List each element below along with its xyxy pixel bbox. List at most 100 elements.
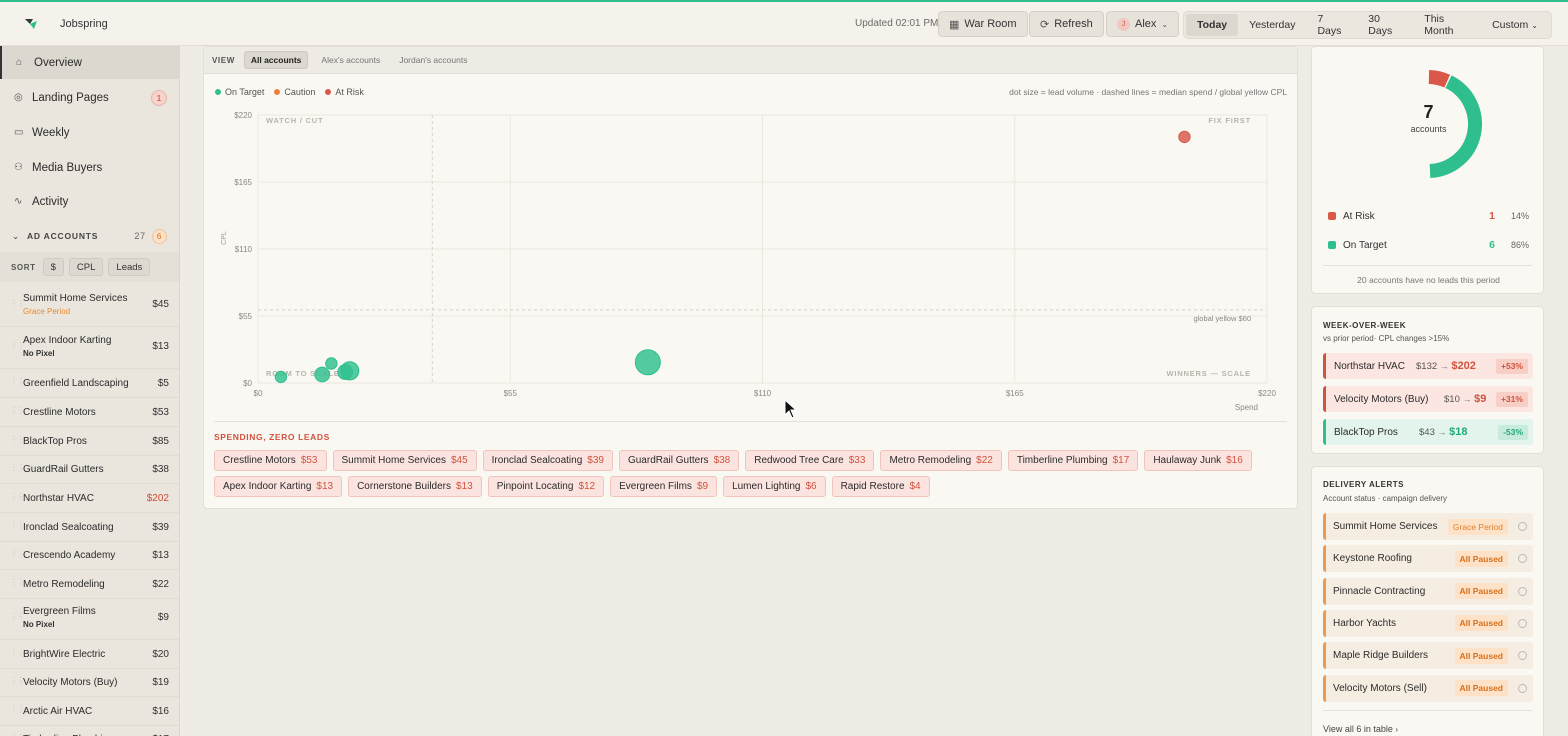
drag-handle-icon[interactable]: ⋮⋮ [10, 549, 25, 558]
chip-spend: $9 [696, 481, 709, 492]
zero-lead-chip[interactable]: Metro Remodeling $22 [880, 450, 1002, 471]
zero-lead-chip[interactable]: Cornerstone Builders $13 [348, 476, 482, 497]
range-30-days[interactable]: 30 Days [1357, 13, 1413, 37]
account-row[interactable]: ⋮⋮ Northstar HVAC $202 [0, 484, 179, 513]
account-row[interactable]: ⋮⋮ Greenfield Landscaping $5 [0, 369, 179, 398]
range-today[interactable]: Today [1186, 14, 1239, 36]
alert-row[interactable]: Summit Home Services Grace Period [1323, 513, 1533, 540]
drag-handle-icon[interactable]: ⋮⋮ [10, 492, 25, 501]
clock-icon[interactable] [1518, 683, 1527, 693]
refresh-button[interactable]: ⟳ Refresh [1029, 11, 1104, 37]
zero-lead-chip[interactable]: Evergreen Films $9 [610, 476, 718, 497]
drag-handle-icon[interactable]: ⋮⋮ [10, 406, 25, 415]
account-name: Metro Remodeling [23, 579, 105, 590]
drag-handle-icon[interactable]: ⋮⋮ [10, 521, 25, 530]
wow-row[interactable]: Northstar HVAC $132 → $202 +53% [1323, 353, 1533, 379]
wow-now-value: $18 [1449, 426, 1468, 438]
wow-now-value: $202 [1451, 360, 1476, 372]
account-row[interactable]: ⋮⋮ Crestline Motors $53 [0, 398, 179, 427]
nav-overview[interactable]: ⌂ Overview [0, 46, 179, 79]
donut-total: 7 [1423, 102, 1434, 122]
view-tab-all[interactable]: All accounts [243, 51, 309, 69]
sort-leads-button[interactable]: Leads [108, 258, 151, 276]
account-row[interactable]: ⋮⋮ BrightWire Electric $20 [0, 640, 179, 669]
zero-lead-chip[interactable]: Rapid Restore $4 [831, 476, 930, 497]
wow-now-value: $9 [1474, 393, 1487, 405]
war-room-button[interactable]: ▦ War Room [938, 11, 1028, 37]
account-row[interactable]: ⋮⋮ Ironclad Sealcoating $39 [0, 513, 179, 542]
account-spend: $9 [157, 612, 169, 623]
range-this-month[interactable]: This Month [1413, 13, 1481, 37]
range-yesterday[interactable]: Yesterday [1238, 14, 1306, 36]
nav-media-buyers[interactable]: ⚇ Media Buyers [0, 151, 179, 184]
alert-row[interactable]: Keystone Roofing All Paused [1323, 545, 1533, 573]
nav-landing-pages[interactable]: ◎ Landing Pages 1 [0, 81, 179, 114]
zero-lead-chip[interactable]: Lumen Lighting $6 [723, 476, 826, 497]
zero-lead-chip[interactable]: Haulaway Junk $16 [1144, 450, 1252, 471]
account-row[interactable]: ⋮⋮ Velocity Motors (Buy) $19 [0, 668, 179, 697]
divider [214, 421, 1287, 422]
range-custom[interactable]: Custom ⌄ [1481, 14, 1549, 36]
alert-row[interactable]: Velocity Motors (Sell) All Paused [1323, 674, 1533, 702]
view-tab-alex[interactable]: Alex's accounts [315, 52, 386, 68]
range-7-days[interactable]: 7 Days [1306, 13, 1357, 37]
account-row[interactable]: ⋮⋮ BlackTop Pros $85 [0, 427, 179, 456]
account-row[interactable]: ⋮⋮Timberline Plumbing$17 [0, 725, 179, 736]
drag-handle-icon[interactable]: ⋮⋮ [10, 341, 25, 350]
sort-label: SORT [11, 262, 36, 272]
nav-weekly[interactable]: ▭ Weekly [0, 116, 179, 149]
account-row[interactable]: ⋮⋮ GuardRail Gutters $38 [0, 455, 179, 484]
y-tick-label: $0 [243, 379, 252, 388]
view-tab-jordan[interactable]: Jordan's accounts [393, 52, 473, 68]
wow-row[interactable]: BlackTop Pros $43 → $18 -53% [1323, 419, 1533, 445]
account-name: Northstar HVAC [23, 493, 94, 504]
wow-row[interactable]: Velocity Motors (Buy) $10 → $9 +31% [1323, 386, 1533, 412]
clock-icon[interactable] [1518, 522, 1527, 531]
zero-lead-chip[interactable]: Summit Home Services $45 [332, 450, 477, 471]
chip-account-name: Crestline Motors [223, 455, 296, 466]
view-all-link[interactable]: View all 6 in table › [1323, 724, 1398, 734]
sort-cpl-button[interactable]: CPL [68, 258, 104, 276]
account-spend: $85 [152, 436, 169, 447]
zero-lead-chip[interactable]: Redwood Tree Care $33 [745, 450, 875, 471]
y-tick-label: $165 [234, 178, 252, 187]
account-row[interactable]: ⋮⋮ Crescendo Academy $13 [0, 541, 179, 570]
ad-accounts-section[interactable]: ⌄ AD ACCOUNTS 27 6 [0, 224, 179, 248]
account-row[interactable]: ⋮⋮ Arctic Air HVAC $16 [0, 697, 179, 726]
clock-icon[interactable] [1518, 651, 1527, 661]
drag-handle-icon[interactable]: ⋮⋮ [10, 578, 25, 587]
drag-handle-icon[interactable]: ⋮⋮ [10, 435, 25, 444]
zero-lead-chip[interactable]: Crestline Motors $53 [214, 450, 327, 471]
sort-spend-button[interactable]: $ [42, 258, 64, 276]
scatter-point [634, 349, 661, 376]
drag-handle-icon[interactable]: ⋮⋮ [10, 705, 25, 714]
account-spend: $38 [152, 464, 169, 475]
divider [1323, 710, 1532, 711]
zero-lead-chip[interactable]: Ironclad Sealcoating $39 [482, 450, 613, 471]
drag-handle-icon[interactable]: ⋮⋮ [10, 648, 25, 657]
sidebar: ⌂ Overview ◎ Landing Pages 1 ▭ Weekly ⚇ … [0, 46, 180, 736]
clock-icon[interactable] [1518, 618, 1527, 628]
clock-icon[interactable] [1518, 586, 1527, 596]
zero-lead-chip[interactable]: GuardRail Gutters $38 [618, 450, 740, 471]
zero-lead-chip[interactable]: Timberline Plumbing $17 [1007, 450, 1139, 471]
drag-handle-icon[interactable]: ⋮⋮ [10, 612, 25, 621]
account-row[interactable]: ⋮⋮ Apex Indoor Karting No Pixel $13 [0, 327, 179, 369]
zero-lead-chip[interactable]: Apex Indoor Karting $13 [214, 476, 343, 497]
alert-row[interactable]: Pinnacle Contracting All Paused [1323, 577, 1533, 605]
zero-lead-chip[interactable]: Pinpoint Locating $12 [487, 476, 605, 497]
user-menu-button[interactable]: J Alex ⌄ [1106, 11, 1180, 37]
x-tick-label: $165 [1006, 389, 1024, 398]
drag-handle-icon[interactable]: ⋮⋮ [10, 299, 25, 308]
drag-handle-icon[interactable]: ⋮⋮ [10, 463, 25, 472]
alert-row[interactable]: Harbor Yachts All Paused [1323, 609, 1533, 637]
nav-activity[interactable]: ∿ Activity [0, 185, 179, 218]
alert-row[interactable]: Maple Ridge Builders All Paused [1323, 642, 1533, 670]
account-row[interactable]: ⋮⋮ Evergreen Films No Pixel $9 [0, 598, 179, 640]
account-count: 27 [134, 231, 146, 241]
account-row[interactable]: ⋮⋮ Metro Remodeling $22 [0, 570, 179, 599]
clock-icon[interactable] [1518, 554, 1527, 564]
drag-handle-icon[interactable]: ⋮⋮ [10, 676, 25, 685]
drag-handle-icon[interactable]: ⋮⋮ [10, 377, 25, 386]
account-row[interactable]: ⋮⋮ Summit Home Services Grace Period $45 [0, 285, 179, 327]
